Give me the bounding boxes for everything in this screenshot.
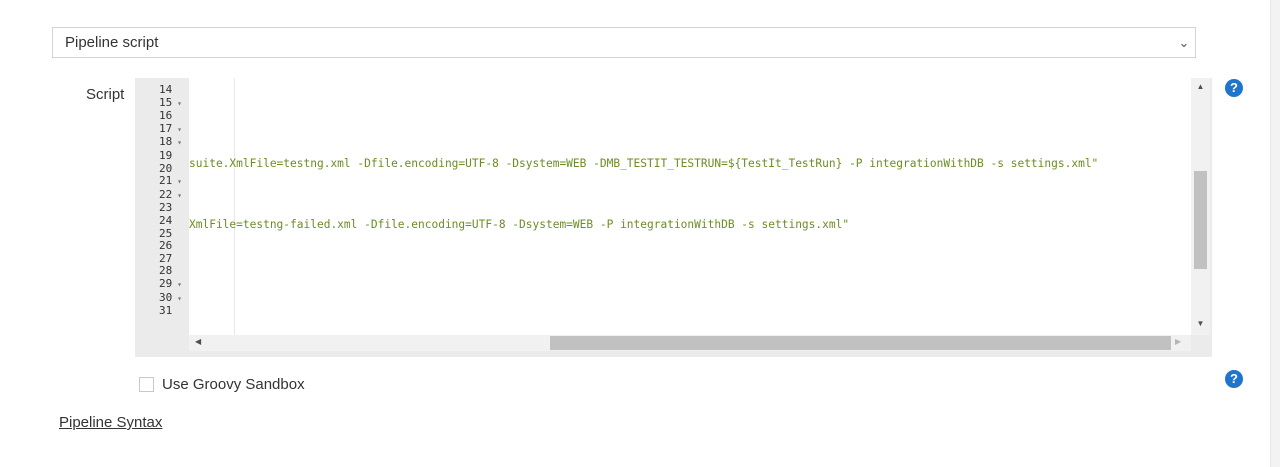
vertical-scroll-thumb[interactable] — [1194, 171, 1207, 269]
line-number: 17 ▾ — [159, 121, 182, 137]
line-number-text: 27 — [159, 251, 173, 265]
line-number: 18 ▾ — [159, 136, 182, 150]
definition-select-value: Pipeline script — [65, 34, 159, 51]
horizontal-scrollbar[interactable]: ◀ ▶ — [189, 335, 1191, 351]
line-number-text: 26 — [159, 239, 173, 253]
line-number-text: 16 — [159, 109, 173, 123]
fold-arrow-icon[interactable]: ▾ — [172, 280, 182, 289]
line-number-text: 23 — [159, 201, 173, 215]
script-label: Script — [86, 86, 125, 103]
scroll-up-arrow-icon[interactable]: ▲ — [1191, 82, 1210, 91]
scroll-down-arrow-icon[interactable]: ▼ — [1191, 319, 1210, 328]
editor-gutter: 14 15 ▾ 16 17 ▾ 18 ▾ 19 20 21 ▾ 22 ▾ 23 24 25 26 27 28… — [135, 78, 189, 357]
line-number: 31 — [159, 304, 182, 318]
line-numbers: 14 15 ▾ 16 17 ▾ 18 ▾ 19 20 21 ▾ 22 ▾ 23 24 25 26 27 28… — [159, 83, 182, 318]
line-number-text: 17 — [159, 121, 173, 135]
line-number: 21 ▾ — [159, 174, 182, 189]
scroll-right-arrow-icon[interactable]: ▶ — [1175, 337, 1181, 346]
line-number-text: 28 — [159, 264, 173, 278]
line-number-text: 25 — [159, 226, 173, 240]
line-number: 15 ▾ — [159, 95, 182, 111]
fold-arrow-icon[interactable]: ▾ — [172, 191, 182, 200]
print-margin — [234, 78, 235, 335]
horizontal-scroll-thumb[interactable] — [550, 336, 1171, 350]
fold-arrow-icon[interactable]: ▾ — [172, 125, 182, 134]
script-help-icon[interactable]: ? — [1225, 79, 1243, 97]
pipeline-syntax-link[interactable]: Pipeline Syntax — [59, 414, 162, 431]
scroll-left-arrow-icon[interactable]: ◀ — [195, 337, 201, 346]
line-number-text: 21 — [159, 174, 173, 188]
line-number-text: 20 — [159, 161, 173, 175]
line-number-text: 24 — [159, 213, 173, 227]
line-number-text: 15 — [159, 95, 173, 109]
fold-arrow-icon[interactable]: ▾ — [172, 294, 182, 303]
page-right-edge — [1270, 0, 1280, 467]
line-number-text: 30 — [159, 290, 173, 304]
line-number-text: 14 — [159, 83, 173, 96]
sandbox-label[interactable]: Use Groovy Sandbox — [162, 376, 305, 393]
sandbox-help-icon[interactable]: ? — [1225, 370, 1243, 388]
line-number-text: 18 — [159, 135, 173, 149]
chevron-down-icon: ⌄ — [1178, 34, 1190, 50]
line-number-text: 22 — [159, 187, 173, 201]
fold-arrow-icon[interactable]: ▾ — [172, 138, 182, 147]
script-editor[interactable]: 14 15 ▾ 16 17 ▾ 18 ▾ 19 20 21 ▾ 22 ▾ 23 24 25 26 27 28… — [135, 78, 1212, 357]
line-number: 22 ▾ — [159, 187, 182, 203]
vertical-scrollbar[interactable]: ▲ ▼ — [1191, 78, 1210, 335]
code-line-19: suite.XmlFile=testng.xml -Dfile.encoding… — [189, 157, 1099, 170]
line-number: 30 ▾ — [159, 290, 182, 306]
line-number-text: 31 — [159, 304, 173, 318]
fold-arrow-icon[interactable]: ▾ — [172, 99, 182, 108]
line-number-text: 19 — [159, 148, 173, 162]
sandbox-option[interactable]: Use Groovy Sandbox — [139, 376, 305, 393]
code-line-23: XmlFile=testng-failed.xml -Dfile.encodin… — [189, 218, 850, 231]
line-number: 29 ▾ — [159, 276, 182, 292]
sandbox-checkbox[interactable] — [139, 377, 154, 392]
code-area[interactable]: suite.XmlFile=testng.xml -Dfile.encoding… — [189, 78, 1191, 335]
fold-arrow-icon[interactable]: ▾ — [172, 177, 182, 186]
definition-select[interactable]: Pipeline script ⌄ — [52, 27, 1196, 58]
line-number-text: 29 — [159, 276, 173, 290]
